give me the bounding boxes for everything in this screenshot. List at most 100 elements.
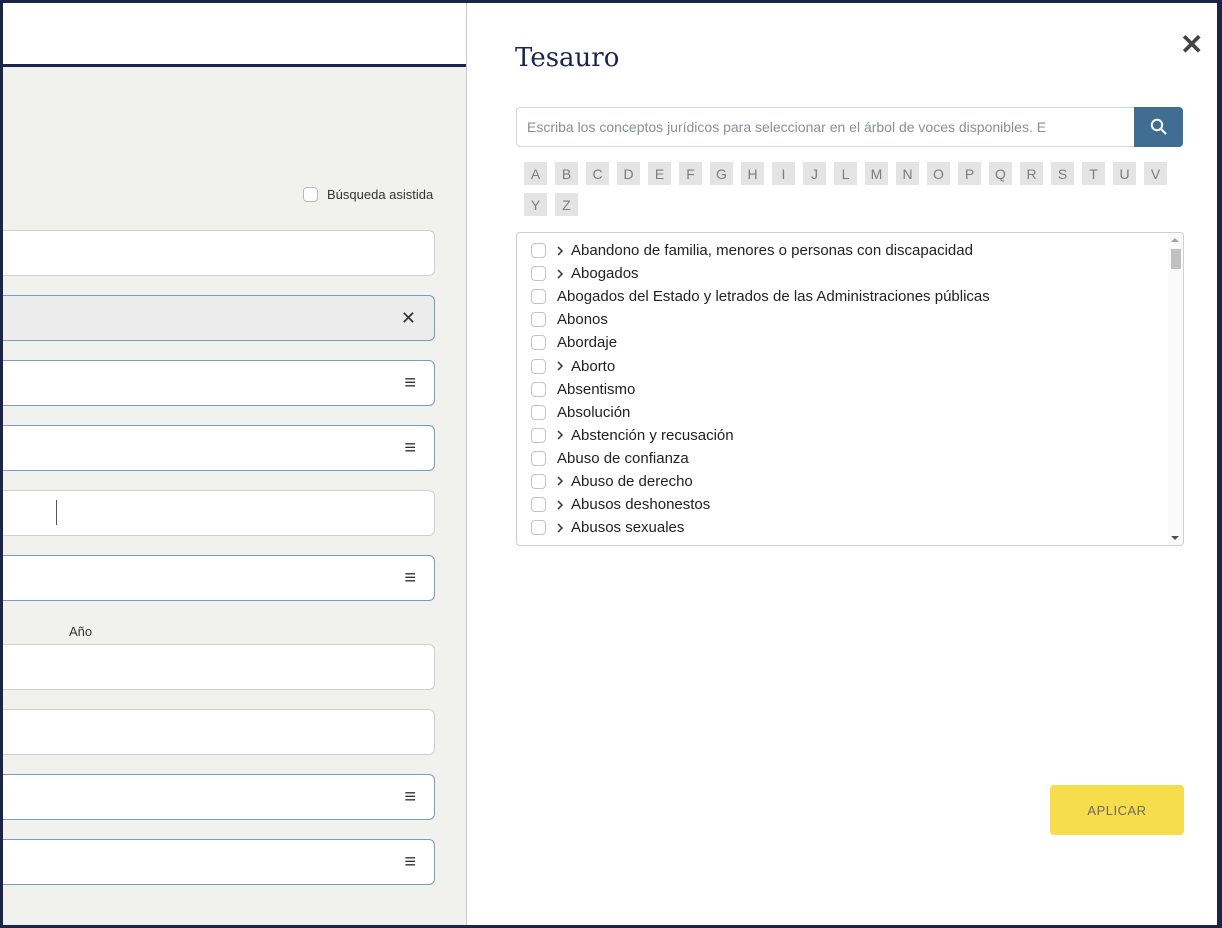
tree-item-checkbox[interactable] xyxy=(531,358,546,374)
letter-a[interactable]: A xyxy=(524,162,547,185)
form-header xyxy=(3,3,466,67)
menu-icon[interactable]: ≡ xyxy=(404,438,416,458)
chevron-right-icon[interactable] xyxy=(556,361,570,371)
scroll-thumb[interactable] xyxy=(1171,249,1181,269)
letter-p[interactable]: P xyxy=(958,162,981,185)
clear-icon[interactable]: ✕ xyxy=(401,309,416,327)
letter-j[interactable]: J xyxy=(803,162,826,185)
thesaurus-search-input[interactable] xyxy=(516,107,1134,147)
thesaurus-tree[interactable]: Abandono de familia, menores o personas … xyxy=(516,232,1184,546)
letter-l[interactable]: L xyxy=(834,162,857,185)
text-field-1[interactable] xyxy=(3,230,435,276)
year-field[interactable] xyxy=(3,644,435,690)
year-label: Año xyxy=(69,624,93,639)
letter-n[interactable]: N xyxy=(896,162,919,185)
text-field-focused[interactable] xyxy=(3,490,435,536)
tree-item[interactable]: Abordaje xyxy=(531,331,990,354)
checkbox-box[interactable] xyxy=(303,187,318,202)
search-icon xyxy=(1150,118,1167,135)
tree-item[interactable]: Abusos sexuales xyxy=(531,516,990,539)
assisted-search-label: Búsqueda asistida xyxy=(327,187,434,202)
chevron-right-icon[interactable] xyxy=(556,500,570,510)
search-button[interactable] xyxy=(1134,107,1183,147)
tree-item[interactable]: Abuso de confianza xyxy=(531,447,990,470)
selector-field-2[interactable]: ≡ xyxy=(3,425,435,471)
selector-field-1[interactable]: ≡ xyxy=(3,360,435,406)
tree-item-label: Abuso de confianza xyxy=(557,449,689,467)
selector-field-5[interactable]: ≡ xyxy=(3,839,435,885)
tree-item-label: Aborto xyxy=(571,357,616,375)
letter-v[interactable]: V xyxy=(1144,162,1167,185)
tree-item-label: Abandono de familia, menores o personas … xyxy=(571,242,973,260)
tree-item-label: Abuso de derecho xyxy=(571,472,693,490)
letter-e[interactable]: E xyxy=(648,162,671,185)
alphabet-index: ABCDEFGHIJLMNOPQRSTUV YZ xyxy=(524,162,1184,216)
letter-s[interactable]: S xyxy=(1051,162,1074,185)
menu-icon[interactable]: ≡ xyxy=(404,373,416,393)
scrollbar[interactable] xyxy=(1168,233,1183,545)
letter-b[interactable]: B xyxy=(555,162,578,185)
letter-c[interactable]: C xyxy=(586,162,609,185)
tree-item-checkbox[interactable] xyxy=(531,312,546,328)
tree-item[interactable]: Abuso de derecho xyxy=(531,470,990,493)
chevron-right-icon[interactable] xyxy=(556,430,570,440)
tree-item[interactable]: Absentismo xyxy=(531,378,990,401)
letter-h[interactable]: H xyxy=(741,162,764,185)
tree-item-checkbox[interactable] xyxy=(531,404,546,420)
tree-item-checkbox[interactable] xyxy=(531,473,546,489)
tree-item-checkbox[interactable] xyxy=(531,266,546,282)
search-form-panel: Búsqueda asistida ✕ ≡ ≡ ≡ Año ≡ ≡ xyxy=(3,3,466,925)
tree-item-checkbox[interactable] xyxy=(531,450,546,466)
tree-item[interactable]: Abonos xyxy=(531,308,990,331)
tree-item-label: Abusos deshonestos xyxy=(571,496,711,514)
letter-o[interactable]: O xyxy=(927,162,950,185)
dialog-title: Tesauro xyxy=(515,43,620,73)
letter-f[interactable]: F xyxy=(679,162,702,185)
selected-filter-field[interactable]: ✕ xyxy=(3,295,435,341)
close-icon[interactable]: ✕ xyxy=(1180,31,1203,59)
tree-item[interactable]: Abandono de familia, menores o personas … xyxy=(531,239,990,262)
letter-t[interactable]: T xyxy=(1082,162,1105,185)
chevron-right-icon[interactable] xyxy=(556,523,570,533)
tree-item[interactable]: Abogados xyxy=(531,262,990,285)
tree-item[interactable]: Abogados del Estado y letrados de las Ad… xyxy=(531,285,990,308)
apply-button[interactable]: APLICAR xyxy=(1050,785,1184,835)
chevron-right-icon[interactable] xyxy=(556,476,570,487)
tree-item-checkbox[interactable] xyxy=(531,497,546,513)
tree-item-checkbox[interactable] xyxy=(531,427,546,443)
scroll-down-arrow[interactable] xyxy=(1171,536,1179,540)
menu-icon[interactable]: ≡ xyxy=(404,852,416,872)
letter-m[interactable]: M xyxy=(865,162,888,185)
tree-item[interactable]: Absolución xyxy=(531,401,990,424)
tree-item-label: Abogados del Estado y letrados de las Ad… xyxy=(557,288,990,306)
letter-g[interactable]: G xyxy=(710,162,733,185)
chevron-right-icon[interactable] xyxy=(556,269,570,279)
tree-item-checkbox[interactable] xyxy=(531,520,546,536)
chevron-right-icon[interactable] xyxy=(556,246,570,256)
letter-y[interactable]: Y xyxy=(524,193,547,216)
tree-item-label: Abusos sexuales xyxy=(571,519,685,537)
tree-item-checkbox[interactable] xyxy=(531,381,546,397)
letter-d[interactable]: D xyxy=(617,162,640,185)
letter-q[interactable]: Q xyxy=(989,162,1012,185)
tree-item-checkbox[interactable] xyxy=(531,243,546,259)
selector-field-3[interactable]: ≡ xyxy=(3,555,435,601)
letter-u[interactable]: U xyxy=(1113,162,1136,185)
text-field-2[interactable] xyxy=(3,709,435,755)
menu-icon[interactable]: ≡ xyxy=(404,787,416,807)
scroll-up-arrow[interactable] xyxy=(1171,238,1179,242)
assisted-search-checkbox[interactable]: Búsqueda asistida xyxy=(303,187,433,202)
tree-item-checkbox[interactable] xyxy=(531,289,546,305)
letter-i[interactable]: I xyxy=(772,162,795,185)
tree-item[interactable]: Abstención y recusación xyxy=(531,424,990,447)
selector-field-4[interactable]: ≡ xyxy=(3,774,435,820)
tree-item[interactable]: Abusos deshonestos xyxy=(531,493,990,516)
tree-item[interactable]: Aborto xyxy=(531,354,990,377)
tree-item-checkbox[interactable] xyxy=(531,335,546,351)
tree-item-label: Abstención y recusación xyxy=(571,426,734,444)
menu-icon[interactable]: ≡ xyxy=(404,568,416,588)
letter-z[interactable]: Z xyxy=(555,193,578,216)
thesaurus-dialog: Tesauro ✕ ABCDEFGHIJLMNOPQRSTUV YZ Abando… xyxy=(467,3,1217,925)
letter-r[interactable]: R xyxy=(1020,162,1043,185)
tree-item-label: Absolución xyxy=(557,403,631,421)
